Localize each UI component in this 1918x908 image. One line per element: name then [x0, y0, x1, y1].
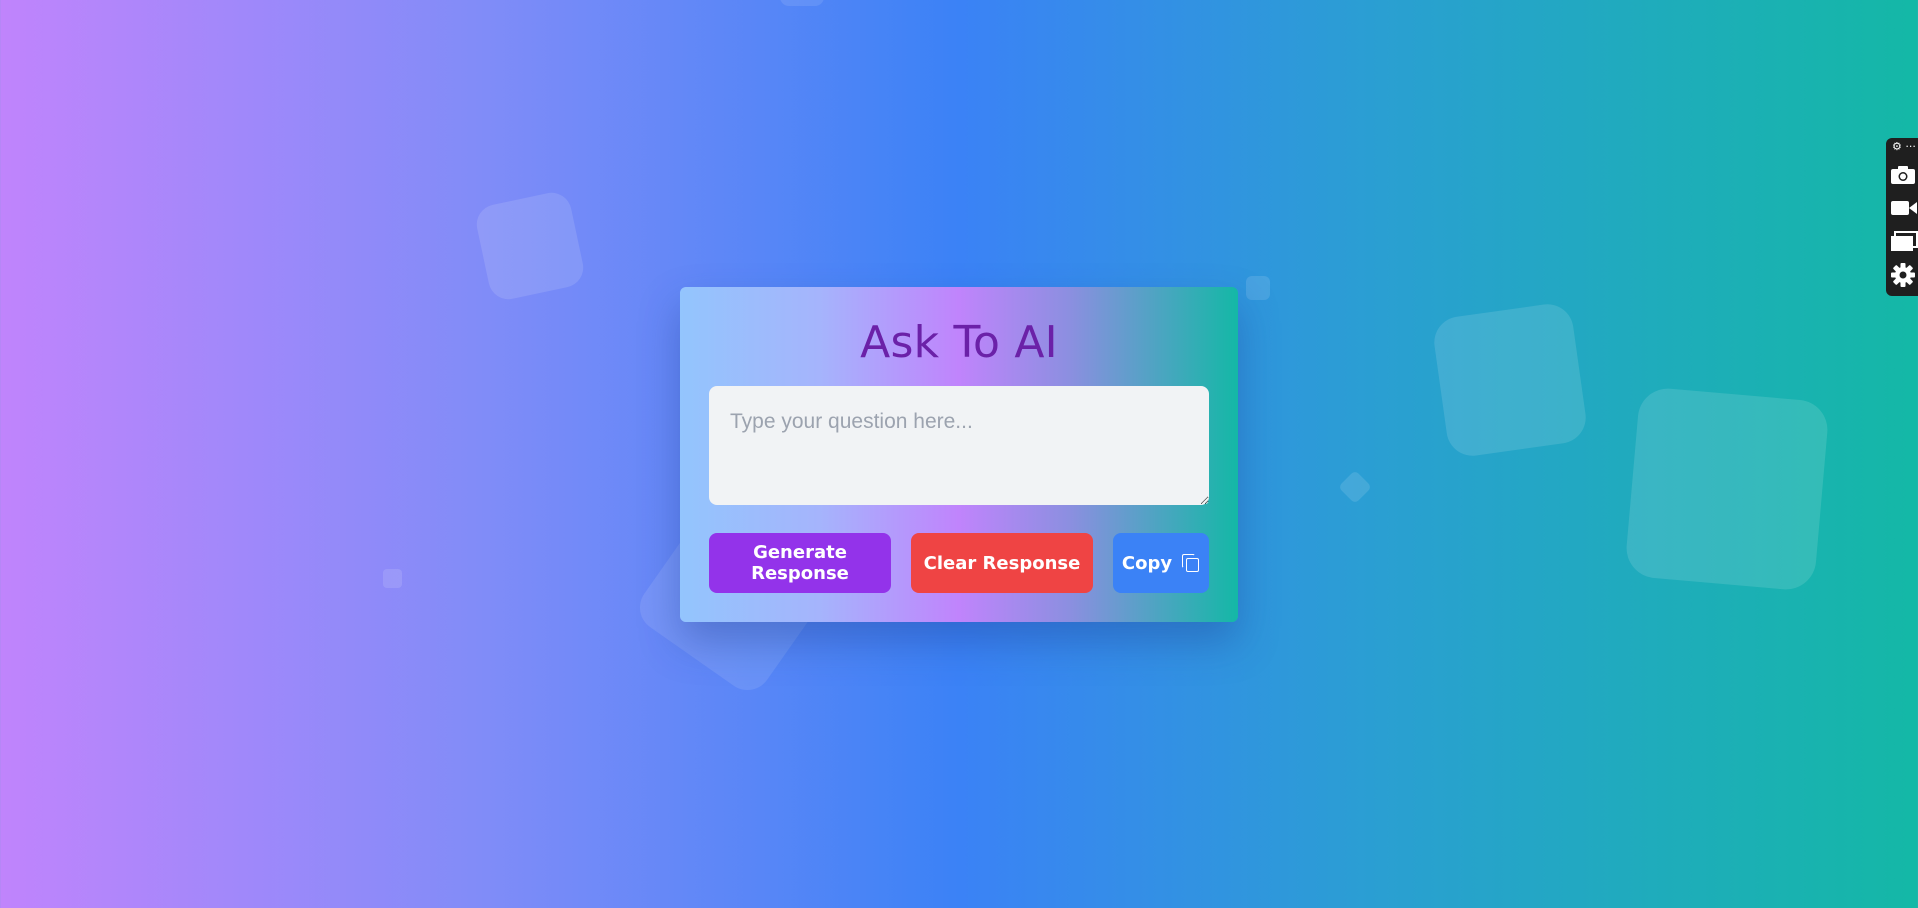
generate-response-button[interactable]: Generate Response: [709, 533, 891, 593]
clear-response-label: Clear Response: [923, 552, 1081, 574]
decorative-shape: [1624, 386, 1830, 592]
decorative-shape: [1246, 276, 1270, 300]
copy-label: Copy: [1121, 552, 1173, 574]
ask-ai-card: Ask To AI Generate Response Clear Respon…: [680, 287, 1238, 622]
capture-toolbar: ⚙ ···: [1886, 138, 1918, 296]
generate-response-label: Generate Response: [751, 542, 849, 584]
decorative-shape: [473, 189, 587, 303]
gear-icon[interactable]: [1890, 262, 1918, 288]
camera-icon[interactable]: [1890, 162, 1918, 188]
copy-button[interactable]: Copy: [1113, 533, 1209, 593]
decorative-shape: [780, 0, 824, 6]
decorative-shape: [1430, 300, 1590, 460]
clear-response-button[interactable]: Clear Response: [911, 533, 1093, 593]
toolbar-menu-icon[interactable]: ⚙ ···: [1892, 140, 1916, 153]
decorative-shape: [1338, 470, 1372, 504]
page-title: Ask To AI: [860, 317, 1058, 368]
decorative-shape: [383, 569, 402, 588]
window-icon[interactable]: [1890, 228, 1918, 254]
question-input[interactable]: [709, 386, 1209, 505]
copy-icon: [1182, 554, 1200, 572]
video-icon[interactable]: [1890, 195, 1918, 221]
